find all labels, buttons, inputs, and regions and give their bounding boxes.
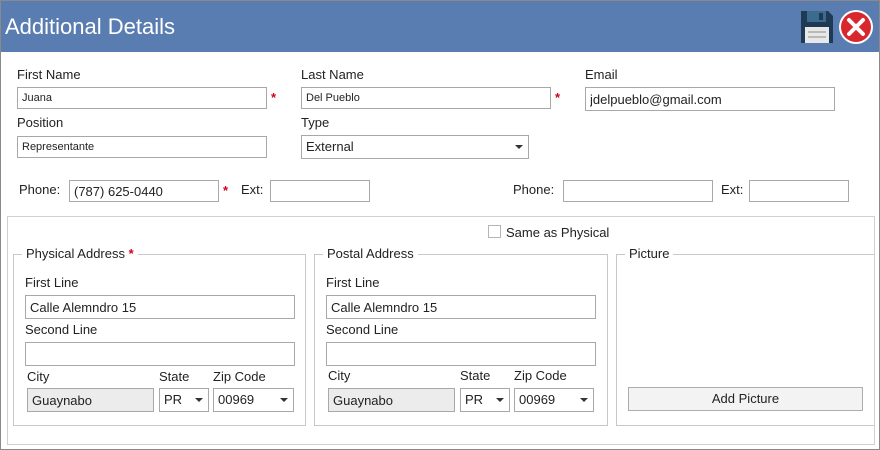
type-dropdown[interactable]: External: [301, 135, 529, 159]
close-icon: [839, 10, 873, 44]
physical-state-label: State: [159, 369, 190, 384]
chevron-down-icon: [515, 145, 523, 149]
add-picture-button[interactable]: Add Picture: [628, 387, 863, 411]
floppy-disk-icon: [801, 11, 833, 43]
postal-state-label: State: [460, 368, 491, 383]
position-label: Position: [17, 115, 64, 130]
physical-city-input[interactable]: [27, 388, 154, 412]
postal-city-input[interactable]: [328, 388, 455, 412]
physical-zip-dropdown[interactable]: 00969: [213, 388, 294, 412]
postal-state-value: PR: [465, 392, 484, 407]
chevron-down-icon: [195, 398, 203, 402]
physical-first-line-input[interactable]: [25, 295, 295, 319]
first-name-input[interactable]: [17, 87, 267, 109]
chevron-down-icon: [580, 398, 588, 402]
physical-city-label: City: [27, 369, 50, 384]
postal-zip-label: Zip Code: [514, 368, 567, 383]
physical-address-title: Physical Address *: [22, 246, 138, 261]
close-button[interactable]: [838, 9, 874, 45]
first-name-required-marker: *: [271, 90, 277, 105]
same-as-physical-label: Same as Physical: [506, 225, 610, 240]
last-name-label: Last Name: [301, 67, 364, 82]
phone-label: Phone:: [19, 182, 61, 197]
physical-address-title-text: Physical Address: [26, 246, 125, 261]
postal-zip-dropdown[interactable]: 00969: [514, 388, 594, 412]
postal-state-dropdown[interactable]: PR: [460, 388, 510, 412]
postal-zip-value: 00969: [519, 392, 556, 407]
save-button[interactable]: [799, 9, 835, 45]
postal-first-line-label: First Line: [326, 275, 380, 290]
email-input[interactable]: [585, 87, 835, 111]
secondary-phone-label: Phone:: [513, 182, 555, 197]
dialog-title: Additional Details: [5, 14, 175, 39]
first-name-label: First Name: [17, 67, 81, 82]
postal-first-line-input[interactable]: [326, 295, 596, 319]
last-name-required-marker: *: [555, 90, 561, 105]
phone-ext-label: Ext:: [241, 182, 264, 197]
same-as-physical-checkbox[interactable]: [488, 225, 501, 238]
last-name-input[interactable]: [301, 87, 551, 109]
physical-state-value: PR: [164, 392, 183, 407]
secondary-phone-ext-input[interactable]: [749, 180, 849, 202]
postal-second-line-label: Second Line: [326, 322, 399, 337]
postal-city-label: City: [328, 368, 351, 383]
physical-address-group: Physical Address * First Line Second Lin…: [13, 246, 306, 426]
email-label: Email: [585, 67, 618, 82]
secondary-phone-ext-label: Ext:: [721, 182, 744, 197]
postal-address-title: Postal Address: [323, 246, 418, 261]
physical-address-required-marker: *: [128, 246, 134, 261]
type-label: Type: [301, 115, 330, 130]
physical-second-line-label: Second Line: [25, 322, 98, 337]
picture-title: Picture: [625, 246, 674, 261]
postal-second-line-input[interactable]: [326, 342, 596, 366]
postal-address-group: Postal Address First Line Second Line Ci…: [314, 246, 608, 426]
additional-details-dialog: Additional Details First Name * Last Nam…: [0, 0, 880, 450]
address-panel: Same as Physical Physical Address * Firs…: [7, 216, 875, 445]
physical-state-dropdown[interactable]: PR: [159, 388, 209, 412]
physical-second-line-input[interactable]: [25, 342, 295, 366]
phone-input[interactable]: [69, 180, 219, 202]
physical-zip-label: Zip Code: [213, 369, 266, 384]
chevron-down-icon: [496, 398, 504, 402]
position-input[interactable]: [17, 136, 267, 158]
title-bar: Additional Details: [1, 1, 879, 52]
chevron-down-icon: [280, 398, 288, 402]
physical-first-line-label: First Line: [25, 275, 79, 290]
picture-group: Picture Add Picture: [616, 246, 874, 426]
phone-ext-input[interactable]: [270, 180, 370, 202]
physical-zip-value: 00969: [218, 392, 255, 407]
phone-required-marker: *: [223, 183, 229, 198]
type-dropdown-value: External: [306, 139, 354, 154]
secondary-phone-input[interactable]: [563, 180, 713, 202]
